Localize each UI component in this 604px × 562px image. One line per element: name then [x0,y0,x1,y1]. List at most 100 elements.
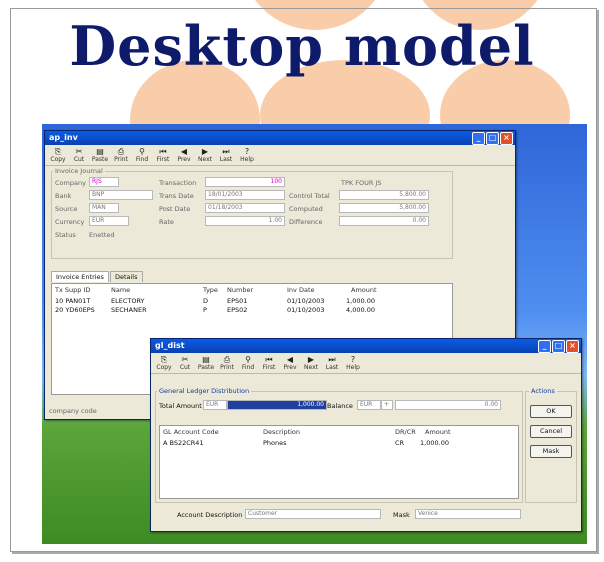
table-cell: SECHANER [111,306,147,314]
toolbar-button-label: First [262,364,276,371]
total-currency-field: EUR [203,400,227,410]
column-header: Amount [351,286,377,294]
gl-dist-window: gl_dist _ □ × ⎘ Copy ✂ Cut ▤ Paste ⎙ Print ⚲ Find… [150,338,582,532]
window-title: ap_inv [49,133,78,142]
last-icon: ⏭ [222,147,230,156]
first-icon: ⏮ [159,147,167,156]
tab-details[interactable]: Details [109,271,143,282]
column-header: Number [227,286,254,294]
maximize-icon[interactable]: □ [552,340,565,353]
actions-label: Actions [529,387,557,395]
binoculars-icon: ⚲ [245,355,251,364]
toolbar-button-label: Paste [197,364,215,371]
toolbar-button-find[interactable]: ⚲ Find [239,355,257,371]
total-amount-field[interactable]: 1,000.00 [227,400,327,410]
toolbar-button-label: Help [240,156,254,163]
toolbar-button-label: Next [198,156,212,163]
toolbar-button-cut[interactable]: ✂ Cut [70,147,88,163]
toolbar-button-next[interactable]: ▶ Next [302,355,320,371]
toolbar-button-label: First [156,156,170,163]
window-titlebar[interactable]: ap_inv _ □ × [45,131,515,145]
minimize-icon[interactable]: _ [472,132,485,145]
toolbar-button-label: Help [346,364,360,371]
mask-field[interactable]: Venice [415,509,521,519]
close-icon[interactable]: × [566,340,579,353]
rate-label: Rate [159,218,174,226]
computed-field: 5,800.00 [339,203,429,213]
last-icon: ⏭ [328,355,336,364]
table-cell: EPS01 [227,297,248,305]
toolbar-button-help[interactable]: ? Help [344,355,362,371]
toolbar-button-copy[interactable]: ⎘ Copy [49,147,67,163]
toolbar-button-print[interactable]: ⎙ Print [218,355,236,371]
table-cell: A BS22CR41 [163,439,204,447]
gl-distribution-grid [159,425,519,499]
table-cell: 20 YD60EPS [55,306,95,314]
toolbar-button-first[interactable]: ⏮ First [154,147,172,163]
rate-field[interactable]: 1.00 [205,216,285,226]
balance-sign-field: + [381,400,393,410]
toolbar-button-label: Last [325,364,339,371]
next-icon: ▶ [201,147,209,156]
toolbar-button-help[interactable]: ? Help [238,147,256,163]
balance-field: 0.00 [395,400,501,410]
cancel-button[interactable]: Cancel [530,425,572,438]
ok-button[interactable]: OK [530,405,572,418]
help-icon: ? [244,147,250,156]
toolbar-button-label: Next [304,364,318,371]
column-header: Tx Supp ID [55,286,91,294]
print-icon: ⎙ [117,147,125,156]
toolbar-button-label: Paste [91,156,109,163]
toolbar-button-copy[interactable]: ⎘ Copy [155,355,173,371]
toolbar-button-print[interactable]: ⎙ Print [112,147,130,163]
toolbar-button-label: Last [219,156,233,163]
toolbar-button-label: Copy [156,364,172,371]
table-cell: D [203,297,209,305]
tab-invoice-entries[interactable]: Invoice Entries [51,271,109,282]
toolbar-button-find[interactable]: ⚲ Find [133,147,151,163]
post-date-field[interactable]: 01/18/2003 [205,203,285,213]
toolbar: ⎘ Copy ✂ Cut ▤ Paste ⎙ Print ⚲ Find ⏮ First ◀ Prev ▶ Ne… [151,353,581,374]
mask-label: Mask [393,511,410,519]
mask-button[interactable]: Mask [530,445,572,458]
status-bar: company code [49,407,97,415]
table-cell: EPS02 [227,306,248,314]
toolbar-button-paste[interactable]: ▤ Paste [91,147,109,163]
close-icon[interactable]: × [500,132,513,145]
table-cell: 4,000.00 [346,306,375,314]
column-header: Description [263,428,301,436]
tpk-label: TPK FOUR JS [341,179,382,187]
trans-date-field[interactable]: 18/01/2003 [205,190,285,200]
toolbar-button-prev[interactable]: ◀ Prev [281,355,299,371]
balance-currency-field: EUR [357,400,381,410]
toolbar-button-first[interactable]: ⏮ First [260,355,278,371]
toolbar-button-cut[interactable]: ✂ Cut [176,355,194,371]
bank-field[interactable]: BNP [89,190,153,200]
print-icon: ⎙ [223,355,231,364]
toolbar-button-last[interactable]: ⏭ Last [323,355,341,371]
column-header: GL Account Code [163,428,219,436]
transaction-field[interactable]: 100 [205,177,285,187]
toolbar-button-label: Cut [179,364,191,371]
window-titlebar[interactable]: gl_dist _ □ × [151,339,581,353]
transaction-label: Transaction [159,179,197,187]
toolbar-button-paste[interactable]: ▤ Paste [197,355,215,371]
next-icon: ▶ [307,355,315,364]
maximize-icon[interactable]: □ [486,132,499,145]
account-description-field[interactable]: Customer [245,509,381,519]
toolbar-button-prev[interactable]: ◀ Prev [175,147,193,163]
cut-icon: ✂ [75,147,83,156]
minimize-icon[interactable]: _ [538,340,551,353]
table-cell: P [203,306,207,314]
group-label: General Ledger Distribution [157,387,252,395]
toolbar-button-next[interactable]: ▶ Next [196,147,214,163]
column-header: DR/CR [395,428,416,436]
currency-select[interactable]: EUR [89,216,129,226]
source-field[interactable]: MAN [89,203,119,213]
window-title: gl_dist [155,341,185,350]
paste-icon: ▤ [202,355,210,364]
toolbar-button-label: Print [220,364,234,371]
company-field[interactable]: RJS [89,177,119,187]
control-total-field[interactable]: 5,800.00 [339,190,429,200]
toolbar-button-last[interactable]: ⏭ Last [217,147,235,163]
